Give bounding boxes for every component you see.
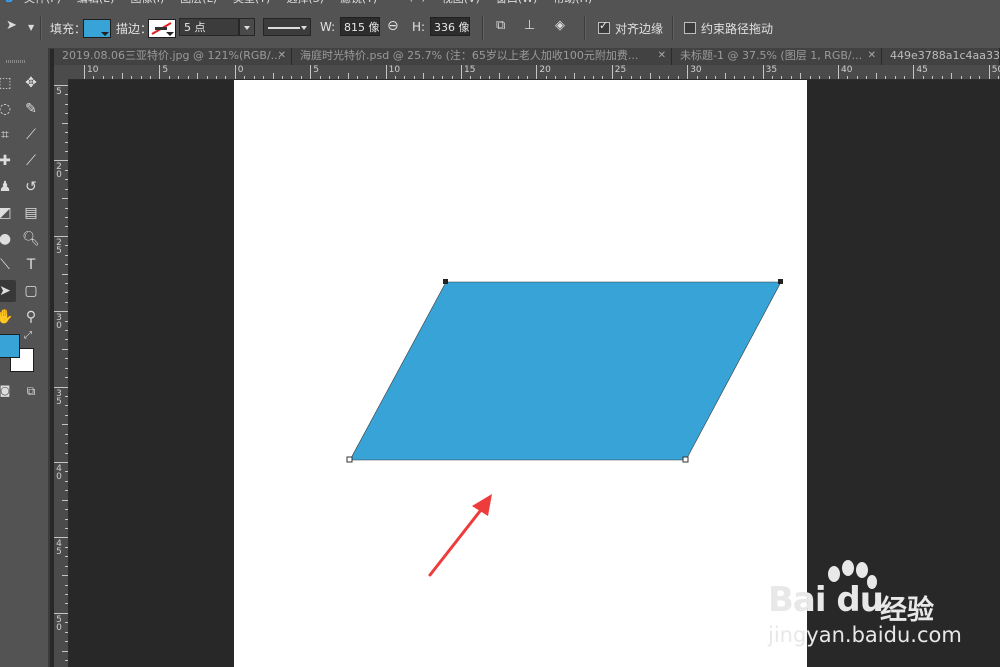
- watermark-url: jingyan.baidu.com: [768, 623, 962, 647]
- baidu-jingyan-watermark: Bai du 经验 jingyan.baidu.com: [768, 560, 1000, 660]
- red-arrow-shaft: [428, 504, 486, 577]
- red-arrow-head-icon: [472, 494, 492, 516]
- anchor-point[interactable]: [778, 279, 783, 284]
- anchor-point[interactable]: [346, 456, 353, 463]
- baidu-logo-text: Bai du: [768, 580, 884, 620]
- anchor-point[interactable]: [682, 456, 689, 463]
- parallelogram-shape[interactable]: [349, 281, 782, 461]
- jingyan-brand-text: 经验: [880, 595, 934, 626]
- anchor-point[interactable]: [443, 279, 448, 284]
